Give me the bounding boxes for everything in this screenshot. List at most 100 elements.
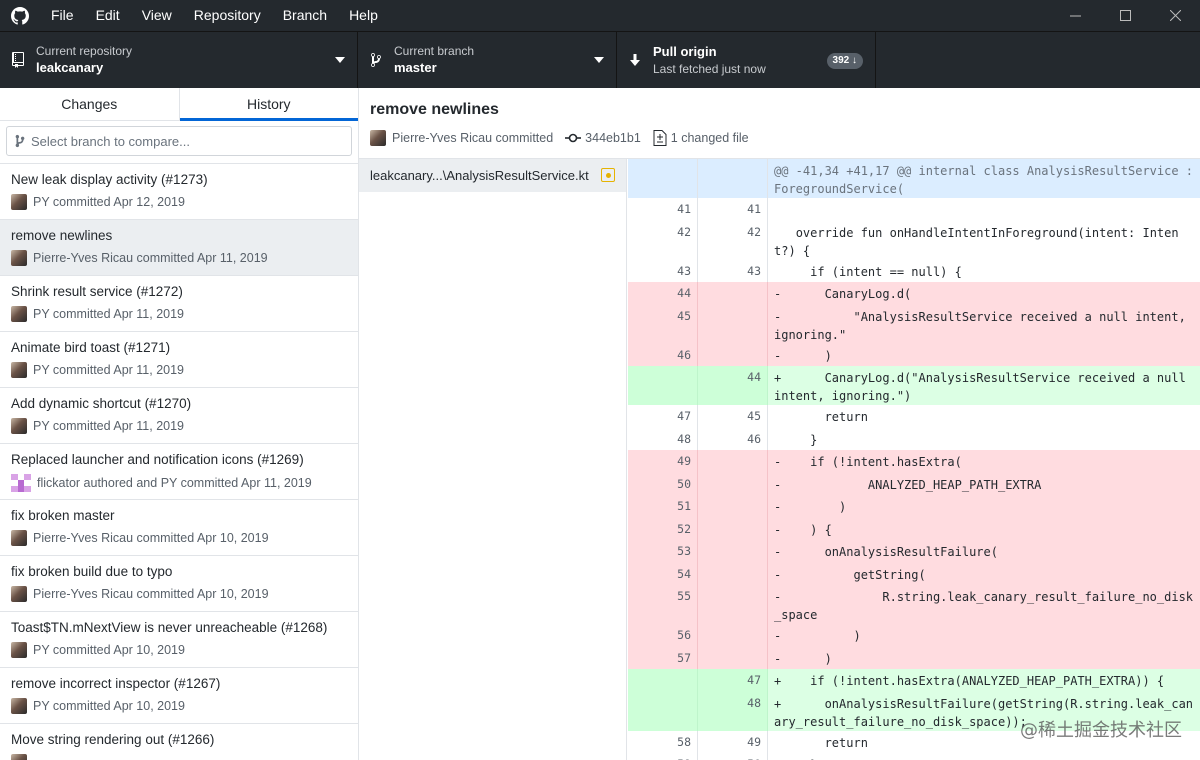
menu-repository[interactable]: Repository bbox=[183, 0, 272, 31]
diff-line[interactable]: 53 - onAnalysisResultFailure( bbox=[628, 540, 1200, 563]
diff-code: return bbox=[774, 410, 868, 424]
diff-line[interactable]: @@ -41,34 +41,17 @@ internal class Analy… bbox=[628, 159, 1200, 198]
commit-list-item[interactable]: Shrink result service (#1272) PY committe… bbox=[0, 276, 358, 332]
menu-branch[interactable]: Branch bbox=[272, 0, 338, 31]
diff-code: - onAnalysisResultFailure( bbox=[774, 545, 998, 559]
menu-bar: File Edit View Repository Branch Help bbox=[40, 0, 389, 31]
old-line-number: 52 bbox=[628, 517, 698, 540]
commit-list-item[interactable]: New leak display activity (#1273) PY comm… bbox=[0, 164, 358, 220]
diff-code: } bbox=[774, 432, 818, 447]
commit-summary: Toast$TN.mNextView is never unreacheable… bbox=[11, 620, 328, 635]
commit-list-item[interactable]: remove newlines Pierre-Yves Ricau committ… bbox=[0, 220, 358, 276]
new-line-number bbox=[698, 159, 768, 198]
commit-author-date: PY committed Apr 12, 2019 bbox=[33, 195, 185, 209]
diff-line[interactable]: 50 - ANALYZED_HEAP_PATH_EXTRA bbox=[628, 472, 1200, 495]
diff-line[interactable]: 47 + if (!intent.hasExtra(ANALYZED_HEAP_P… bbox=[628, 669, 1200, 692]
old-line-number bbox=[628, 669, 698, 692]
diff-line[interactable]: 41 41 bbox=[628, 198, 1200, 221]
old-line-number: 45 bbox=[628, 304, 698, 344]
diff-line[interactable]: 45 - "AnalysisResultService received a nu… bbox=[628, 304, 1200, 344]
repository-selector[interactable]: Current repository leakcanary bbox=[0, 32, 358, 88]
commit-list-item[interactable]: Animate bird toast (#1271) PY committed A… bbox=[0, 332, 358, 388]
diff-line[interactable]: 42 42 override fun onHandleIntentInForegr… bbox=[628, 220, 1200, 260]
new-line-number: 44 bbox=[698, 366, 768, 405]
diff-line[interactable]: 55 - R.string.leak_canary_result_failure_… bbox=[628, 585, 1200, 624]
commit-list-item[interactable]: remove incorrect inspector (#1267) PY com… bbox=[0, 668, 358, 724]
menu-edit[interactable]: Edit bbox=[85, 0, 131, 31]
old-line-number: 47 bbox=[628, 405, 698, 428]
diff-line[interactable]: 43 43 if (intent == null) { bbox=[628, 259, 1200, 282]
diff-line[interactable]: 49 - if (!intent.hasExtra( bbox=[628, 450, 1200, 473]
commit-list-item[interactable]: Toast$TN.mNextView is never unreacheable… bbox=[0, 612, 358, 668]
branch-selector[interactable]: Current branch master bbox=[358, 32, 617, 88]
diff-line[interactable]: 46 - ) bbox=[628, 343, 1200, 366]
commit-icon bbox=[565, 133, 582, 143]
branch-desc: Current branch bbox=[394, 44, 475, 58]
old-line-number: 56 bbox=[628, 624, 698, 647]
tab-changes[interactable]: Changes bbox=[0, 88, 180, 120]
diff-line[interactable]: 44 - CanaryLog.d( bbox=[628, 282, 1200, 305]
commit-list-item[interactable]: Replaced launcher and notification icons… bbox=[0, 444, 358, 500]
diff-line[interactable]: 48 46 } bbox=[628, 427, 1200, 450]
diff-line[interactable]: 56 - ) bbox=[628, 624, 1200, 647]
pull-origin-button[interactable]: Pull origin Last fetched just now 392 ↓ bbox=[617, 32, 876, 88]
history-sidebar: Changes History Select branch to compare… bbox=[0, 88, 359, 760]
commit-author-date: PY committed Apr 11, 2019 bbox=[33, 363, 185, 377]
new-line-number: 45 bbox=[698, 405, 768, 428]
new-line-number bbox=[698, 472, 768, 495]
diff-line[interactable]: 52 - ) { bbox=[628, 517, 1200, 540]
menu-file[interactable]: File bbox=[40, 0, 85, 31]
commit-summary: Animate bird toast (#1271) bbox=[11, 340, 171, 355]
repo-desc: Current repository bbox=[36, 44, 133, 58]
diff-line[interactable]: 47 45 return bbox=[628, 405, 1200, 428]
close-icon[interactable] bbox=[1150, 0, 1200, 31]
diff-line[interactable]: 5950 } bbox=[628, 753, 1200, 760]
caret-down-icon bbox=[594, 57, 604, 63]
diff-code: - if (!intent.hasExtra( bbox=[774, 455, 962, 469]
commit-list-item[interactable]: Add dynamic shortcut (#1270) PY committed… bbox=[0, 388, 358, 444]
new-line-number bbox=[698, 343, 768, 366]
new-line-number bbox=[698, 585, 768, 624]
pull-desc: Last fetched just now bbox=[653, 62, 766, 76]
diff-line[interactable]: 57 - ) bbox=[628, 646, 1200, 669]
commit-list-item[interactable]: fix broken build due to typo Pierre-Yves … bbox=[0, 556, 358, 612]
changed-file-item[interactable]: leakcanary...\AnalysisResultService.kt bbox=[359, 159, 626, 192]
maximize-icon[interactable] bbox=[1100, 0, 1150, 31]
new-line-number bbox=[698, 562, 768, 585]
new-line-number bbox=[698, 282, 768, 305]
commit-sha[interactable]: 344eb1b1 bbox=[585, 131, 641, 145]
new-line-number: 50 bbox=[698, 753, 768, 760]
compare-branch-input[interactable]: Select branch to compare... bbox=[6, 126, 352, 156]
diff-code bbox=[768, 198, 1200, 221]
commit-author-date: PY committed Apr 11, 2019 bbox=[33, 419, 185, 433]
new-line-number: 48 bbox=[698, 691, 768, 731]
minimize-icon[interactable] bbox=[1050, 0, 1100, 31]
diff-line[interactable]: 54 - getString( bbox=[628, 562, 1200, 585]
diff-line[interactable]: 51 - ) bbox=[628, 495, 1200, 518]
diff-line[interactable]: 44 + CanaryLog.d("AnalysisResultService r… bbox=[628, 366, 1200, 405]
old-line-number: 49 bbox=[628, 450, 698, 473]
diff-code: } bbox=[768, 753, 1200, 760]
menu-help[interactable]: Help bbox=[338, 0, 389, 31]
commit-detail: remove newlines Pierre-Yves Ricau commit… bbox=[359, 88, 1200, 760]
menu-view[interactable]: View bbox=[131, 0, 183, 31]
commit-summary: fix broken master bbox=[11, 508, 115, 523]
old-line-number: 50 bbox=[628, 472, 698, 495]
old-line-number: 48 bbox=[628, 427, 698, 450]
toolbar: Current repository leakcanary Current br… bbox=[0, 31, 1200, 88]
commit-title: remove newlines bbox=[370, 101, 499, 118]
tab-history[interactable]: History bbox=[179, 88, 359, 121]
avatar bbox=[11, 474, 31, 492]
avatar bbox=[11, 642, 27, 658]
commit-list-item[interactable]: Move string rendering out (#1266) bbox=[0, 724, 358, 760]
commit-author-date: PY committed Apr 10, 2019 bbox=[33, 643, 185, 657]
diff-code: override fun onHandleIntentInForeground(… bbox=[774, 225, 1179, 258]
compare-placeholder: Select branch to compare... bbox=[31, 133, 190, 149]
avatar bbox=[11, 586, 27, 602]
window-controls bbox=[1050, 0, 1200, 31]
pull-title: Pull origin bbox=[653, 44, 717, 59]
commit-list-item[interactable]: fix broken master Pierre-Yves Ricau commi… bbox=[0, 500, 358, 556]
diff-code: - "AnalysisResultService received a null… bbox=[774, 309, 1194, 342]
commit-meta-line: Pierre-Yves Ricau committed Apr 11, 2019 bbox=[11, 250, 347, 266]
title-bar: File Edit View Repository Branch Help bbox=[0, 0, 1200, 31]
